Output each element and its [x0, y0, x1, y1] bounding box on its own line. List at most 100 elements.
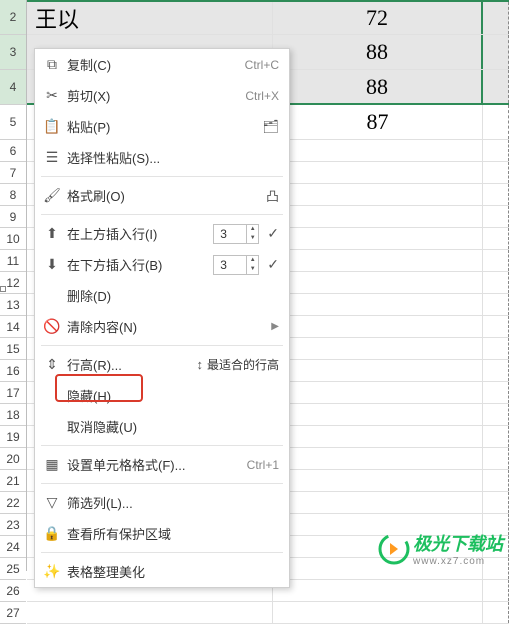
menu-label: 在下方插入行(B): [63, 255, 213, 274]
menu-clear[interactable]: 🚫 清除内容(N) ▶: [35, 311, 289, 342]
menu-hide[interactable]: 隐藏(H): [35, 380, 289, 411]
watermark-logo-icon: [378, 533, 410, 565]
row-header-4[interactable]: 4: [0, 70, 26, 105]
menu-format-painter[interactable]: 🖌 格式刷(O) 凸: [35, 180, 289, 211]
menu-label: 选择性粘贴(S)...: [63, 148, 279, 167]
row-header[interactable]: 24: [0, 536, 26, 558]
spinner-value: 3: [214, 227, 246, 241]
row-header-5[interactable]: 5: [0, 105, 26, 140]
menu-label: 剪切(X): [63, 86, 245, 105]
row-header[interactable]: 13: [0, 294, 26, 316]
menu-label: 删除(D): [63, 286, 279, 305]
clipboard-icon: 🗂: [258, 119, 279, 135]
clear-icon: 🚫: [41, 318, 63, 335]
row-header[interactable]: 22: [0, 492, 26, 514]
row-header[interactable]: 8: [0, 184, 26, 206]
separator: [41, 176, 283, 177]
row-header[interactable]: 14: [0, 316, 26, 338]
row-header[interactable]: 6: [0, 140, 26, 162]
row-header[interactable]: 18: [0, 404, 26, 426]
copy-icon: ⧉: [41, 56, 63, 73]
paste-icon: 📋: [41, 118, 63, 135]
filter-icon: ▽: [41, 494, 63, 511]
row-header-3[interactable]: 3: [0, 35, 26, 70]
paste-special-icon: ☰: [41, 149, 63, 166]
submenu-arrow-icon: ▶: [271, 321, 279, 332]
menu-insert-above[interactable]: ⬆ 在上方插入行(I) 3 ▲▼ ✓: [35, 218, 289, 249]
row-header[interactable]: 9: [0, 206, 26, 228]
menu-beautify[interactable]: ✨ 表格整理美化: [35, 556, 289, 587]
separator: [41, 552, 283, 553]
beautify-icon: ✨: [41, 563, 63, 580]
row-height-icon: ⇕: [41, 356, 63, 373]
best-fit-label[interactable]: 最适合的行高: [207, 356, 279, 373]
check-icon[interactable]: ✓: [267, 256, 279, 273]
menu-label: 筛选列(L)...: [63, 493, 279, 512]
separator: [41, 445, 283, 446]
row-header[interactable]: 15: [0, 338, 26, 360]
menu-filter[interactable]: ▽ 筛选列(L)...: [35, 487, 289, 518]
row-header[interactable]: 23: [0, 514, 26, 536]
menu-copy[interactable]: ⧉ 复制(C) Ctrl+C: [35, 49, 289, 80]
separator: [41, 214, 283, 215]
shortcut: Ctrl+X: [245, 89, 279, 103]
check-icon[interactable]: ✓: [267, 225, 279, 242]
menu-delete[interactable]: 删除(D): [35, 280, 289, 311]
cell[interactable]: 87: [273, 105, 483, 139]
menu-label: 取消隐藏(U): [63, 417, 279, 436]
watermark-title: 极光下载站: [413, 530, 503, 556]
menu-cut[interactable]: ✂ 剪切(X) Ctrl+X: [35, 80, 289, 111]
menu-protect[interactable]: 🔒 查看所有保护区域: [35, 518, 289, 549]
cell[interactable]: 88: [273, 70, 483, 103]
row-header[interactable]: 10: [0, 228, 26, 250]
best-fit-icon[interactable]: ↕: [192, 357, 203, 372]
menu-label: 隐藏(H): [63, 386, 279, 405]
row-header[interactable]: 20: [0, 448, 26, 470]
menu-label: 行高(R)...: [63, 355, 192, 374]
row-count-spinner[interactable]: 3 ▲▼: [213, 224, 259, 244]
spinner-down[interactable]: ▼: [247, 234, 258, 243]
spinner-down[interactable]: ▼: [247, 265, 258, 274]
watermark-url: www.xz7.com: [413, 556, 503, 567]
row-header[interactable]: 16: [0, 360, 26, 382]
shortcut: Ctrl+C: [245, 58, 279, 72]
cut-icon: ✂: [41, 87, 63, 104]
row-header[interactable]: 26: [0, 580, 26, 602]
spinner-value: 3: [214, 258, 246, 272]
cell[interactable]: 88: [273, 35, 483, 69]
context-menu: ⧉ 复制(C) Ctrl+C ✂ 剪切(X) Ctrl+X 📋 粘贴(P) 🗂 …: [34, 48, 290, 588]
menu-insert-below[interactable]: ⬇ 在下方插入行(B) 3 ▲▼ ✓: [35, 249, 289, 280]
menu-unhide[interactable]: 取消隐藏(U): [35, 411, 289, 442]
menu-cell-format[interactable]: ▦ 设置单元格格式(F)... Ctrl+1: [35, 449, 289, 480]
row-header-2[interactable]: 2: [0, 0, 26, 35]
cell-format-icon: ▦: [41, 456, 63, 473]
menu-label: 在上方插入行(I): [63, 224, 213, 243]
row-header[interactable]: 25: [0, 558, 26, 580]
format-painter-icon: 🖌: [41, 187, 63, 204]
menu-paste[interactable]: 📋 粘贴(P) 🗂: [35, 111, 289, 142]
brush-icon: 凸: [262, 186, 279, 205]
spinner-up[interactable]: ▲: [247, 225, 258, 234]
cell[interactable]: 72: [273, 2, 483, 34]
watermark: 极光下载站 www.xz7.com: [378, 530, 503, 567]
row-header[interactable]: 11: [0, 250, 26, 272]
menu-label: 清除内容(N): [63, 317, 271, 336]
row-header[interactable]: 21: [0, 470, 26, 492]
cell[interactable]: 王以: [27, 2, 273, 34]
spinner-up[interactable]: ▲: [247, 256, 258, 265]
separator: [41, 345, 283, 346]
object-handle: [0, 286, 6, 292]
menu-label: 格式刷(O): [63, 186, 262, 205]
row-header[interactable]: 27: [0, 602, 26, 624]
shortcut: Ctrl+1: [247, 458, 279, 472]
row-header[interactable]: 7: [0, 162, 26, 184]
menu-label: 设置单元格格式(F)...: [63, 455, 247, 474]
separator: [41, 483, 283, 484]
menu-row-height[interactable]: ⇕ 行高(R)... ↕ 最适合的行高: [35, 349, 289, 380]
row-count-spinner[interactable]: 3 ▲▼: [213, 255, 259, 275]
row-header[interactable]: 19: [0, 426, 26, 448]
menu-paste-special[interactable]: ☰ 选择性粘贴(S)...: [35, 142, 289, 173]
row-header[interactable]: 17: [0, 382, 26, 404]
menu-label: 表格整理美化: [63, 562, 279, 581]
lock-icon: 🔒: [41, 525, 63, 542]
